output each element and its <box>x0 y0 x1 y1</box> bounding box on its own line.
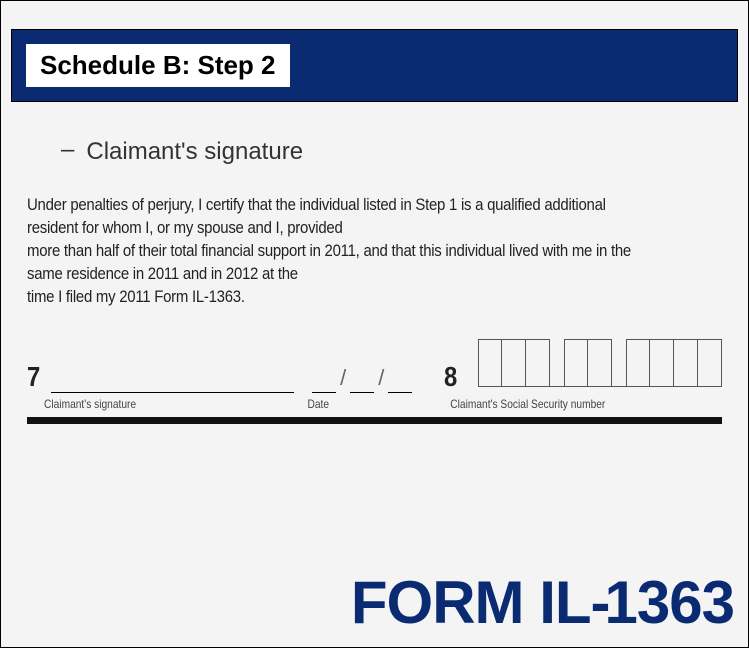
ssn-digit[interactable] <box>502 339 526 387</box>
footer-text-c: 1363 <box>605 569 734 636</box>
header-title-box: Schedule B: Step 2 <box>26 44 290 87</box>
ssn-field[interactable] <box>478 339 722 387</box>
form-excerpt: Under penalties of perjury, I certify th… <box>27 194 722 424</box>
labels-row: Claimant's signature Date Claimant's Soc… <box>27 397 618 411</box>
footer-dash: - <box>591 569 605 636</box>
ssn-gap <box>612 339 626 387</box>
ssn-digit[interactable] <box>478 339 502 387</box>
bullet-row: – Claimant's signature <box>61 138 748 166</box>
date-field[interactable]: / / <box>310 365 414 393</box>
cert-line-1: Under penalties of perjury, I certify th… <box>27 194 639 240</box>
date-segment[interactable] <box>388 365 412 393</box>
date-separator: / <box>378 365 384 391</box>
cert-line-3: time I filed my 2011 Form IL-1363. <box>27 286 639 309</box>
footer-text-a: FORM IL <box>351 569 591 636</box>
line-number-8: 8 <box>444 361 457 393</box>
fields-row: 7 / / 8 <box>27 345 722 393</box>
line-number-7: 7 <box>27 361 40 393</box>
header-title: Schedule B: Step 2 <box>40 50 276 80</box>
date-separator: / <box>340 365 346 391</box>
slide-header: Schedule B: Step 2 <box>11 29 738 102</box>
ssn-digit[interactable] <box>526 339 550 387</box>
date-segment[interactable] <box>350 365 374 393</box>
label-signature: Claimant's signature <box>44 397 308 411</box>
cert-line-2: more than half of their total financial … <box>27 240 639 286</box>
thick-rule <box>27 417 722 424</box>
ssn-gap <box>550 339 564 387</box>
footer-title: FORM IL-1363 <box>351 568 734 637</box>
ssn-digit[interactable] <box>588 339 612 387</box>
date-segment[interactable] <box>312 365 336 393</box>
certification-text: Under penalties of perjury, I certify th… <box>27 194 639 309</box>
label-ssn: Claimant's Social Security number <box>450 397 605 411</box>
bullet-text: Claimant's signature <box>86 138 303 166</box>
ssn-digit[interactable] <box>626 339 650 387</box>
label-date: Date <box>308 397 402 411</box>
ssn-digit[interactable] <box>564 339 588 387</box>
bullet-dash: – <box>61 138 74 162</box>
ssn-digit[interactable] <box>650 339 674 387</box>
ssn-digit[interactable] <box>698 339 722 387</box>
ssn-digit[interactable] <box>674 339 698 387</box>
signature-line[interactable] <box>51 365 295 393</box>
